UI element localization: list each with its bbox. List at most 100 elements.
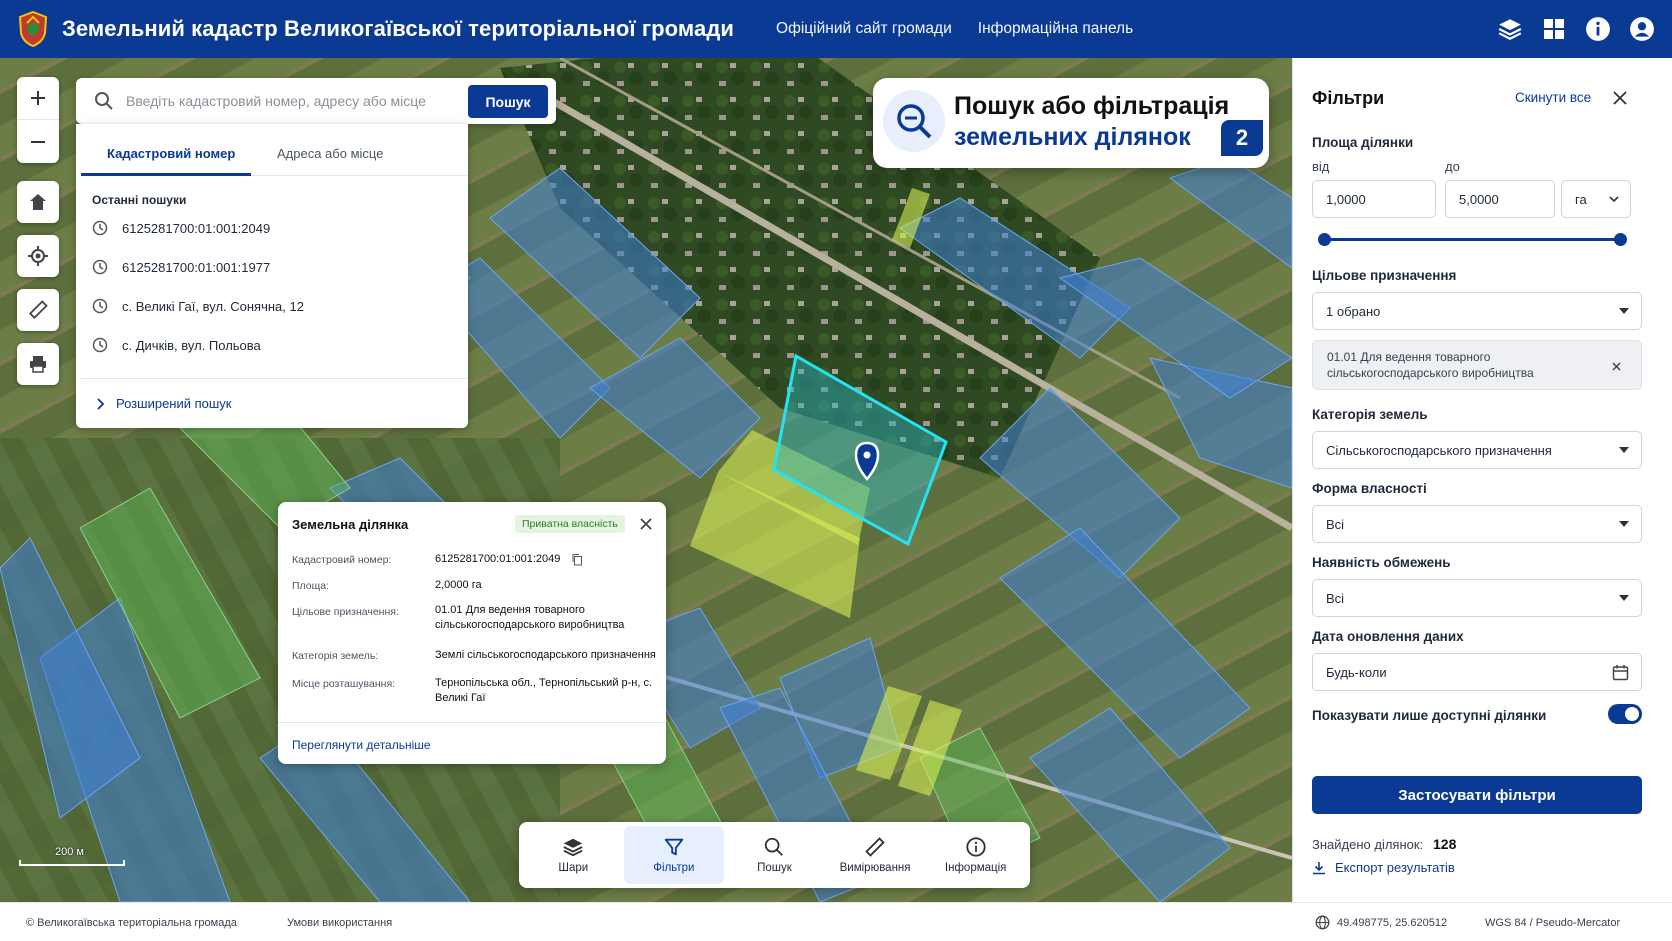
- chevron-down-icon: [1609, 196, 1619, 203]
- category-value: Землі сільськогосподарського призначення: [435, 649, 656, 661]
- restrictions-select[interactable]: Всі: [1312, 579, 1642, 617]
- tab-address[interactable]: Адреса або місце: [277, 146, 383, 161]
- date-filter-label: Дата оновлення даних: [1312, 629, 1464, 644]
- area-to-input[interactable]: 5,0000: [1445, 180, 1555, 218]
- nav-official-site-link[interactable]: Офіційний сайт громади: [776, 20, 952, 38]
- area-from-label: від: [1312, 159, 1330, 174]
- copyright-text: © Великогаївська територіальна громада: [26, 917, 237, 929]
- step-badge: 2: [1221, 120, 1263, 156]
- unit-value: га: [1575, 191, 1587, 207]
- terms-link[interactable]: Умови використання: [287, 917, 392, 929]
- search-dropdown: Кадастровий номер Адреса або місце Остан…: [76, 124, 468, 428]
- locate-icon[interactable]: [17, 235, 59, 277]
- advanced-search-link[interactable]: Розширений пошук: [96, 396, 232, 411]
- status-footer: © Великогаївська територіальна громада У…: [0, 902, 1672, 941]
- recent-search-text: 6125281700:01:001:1977: [122, 259, 271, 275]
- toolbar-label: Вимірювання: [839, 862, 911, 874]
- export-results-link[interactable]: Експорт результатів: [1312, 860, 1455, 875]
- cursor-coordinates: 49.498775, 25.620512: [1337, 917, 1448, 929]
- area-filter-label: Площа ділянки: [1312, 135, 1414, 150]
- copy-icon[interactable]: [571, 553, 583, 566]
- location-label: Місце розташування:: [292, 678, 396, 690]
- recent-search-item[interactable]: с. Великі Гаї, вул. Сонячна, 12: [92, 298, 304, 314]
- area-range-min-handle[interactable]: [1318, 233, 1331, 246]
- recent-search-item[interactable]: 6125281700:01:001:1977: [92, 259, 270, 275]
- area-from-input[interactable]: 1,0000: [1312, 180, 1436, 218]
- toolbar-layers-button[interactable]: Шари: [523, 826, 624, 884]
- apply-filters-button[interactable]: Застосувати фільтри: [1312, 776, 1642, 814]
- close-icon[interactable]: [1613, 91, 1627, 105]
- recent-search-text: 6125281700:01:001:2049: [122, 220, 271, 236]
- coat-of-arms-logo: [18, 11, 48, 47]
- layers-icon[interactable]: [1494, 13, 1526, 45]
- scale-label: 200 м: [55, 846, 84, 858]
- search-input[interactable]: [126, 93, 461, 109]
- found-count-label: Знайдено ділянок:: [1312, 837, 1424, 852]
- recent-search-item[interactable]: с. Дичків, вул. Польова: [92, 337, 261, 353]
- date-select[interactable]: Будь-коли: [1312, 653, 1642, 691]
- ownership-filter-label: Форма власності: [1312, 481, 1427, 496]
- toolbar-measure-button[interactable]: Вимірювання: [825, 826, 926, 884]
- filter-icon: [664, 838, 684, 856]
- crs-label: WGS 84 / Pseudo-Mercator: [1485, 917, 1621, 929]
- purpose-select[interactable]: 1 обрано: [1312, 292, 1642, 330]
- search-icon: [95, 92, 113, 110]
- ownership-badge: Приватна власність: [515, 515, 625, 533]
- magnifier-icon: [883, 90, 945, 152]
- ruler-icon: [865, 837, 885, 857]
- category-filter-label: Категорія земель: [1312, 407, 1428, 422]
- clock-icon: [92, 337, 108, 353]
- toolbar-info-button[interactable]: Інформація: [925, 826, 1026, 884]
- recent-search-item[interactable]: 6125281700:01:001:2049: [92, 220, 270, 236]
- tab-cadastral-number[interactable]: Кадастровий номер: [107, 146, 235, 161]
- remove-chip-icon[interactable]: [1612, 362, 1621, 371]
- unit-select[interactable]: га: [1561, 180, 1631, 218]
- area-range-max-handle[interactable]: [1614, 233, 1627, 246]
- search-bar: Пошук: [76, 78, 556, 124]
- info-icon: [966, 837, 986, 857]
- area-label: Площа:: [292, 580, 330, 592]
- cadastral-number-label: Кадастровий номер:: [292, 554, 392, 566]
- location-value: Тернопільська обл., Тернопільський р-н, …: [435, 677, 653, 704]
- found-count-value: 128: [1433, 836, 1457, 852]
- restrictions-filter-label: Наявність обмежень: [1312, 555, 1451, 570]
- category-select[interactable]: Сільськогосподарського призначення: [1312, 431, 1642, 469]
- search-button[interactable]: Пошук: [468, 85, 548, 118]
- info-icon[interactable]: [1582, 13, 1614, 45]
- purpose-select-value: 1 обрано: [1326, 303, 1381, 319]
- panel-title: Фільтри: [1312, 88, 1385, 108]
- toolbar-filters-button[interactable]: Фільтри: [623, 826, 725, 884]
- zoom-out-icon[interactable]: [17, 120, 59, 163]
- grid-icon[interactable]: [1538, 13, 1570, 45]
- view-details-link[interactable]: Переглянути детальніше: [292, 738, 431, 752]
- home-icon[interactable]: [17, 181, 59, 223]
- purpose-chip: 01.01 Для ведення товарного сільськогосп…: [1312, 340, 1642, 390]
- app-header: Земельний кадастр Великогаївської терито…: [0, 0, 1672, 58]
- app-title: Земельний кадастр Великогаївської терито…: [62, 16, 735, 41]
- filters-panel: Фільтри Скинути все Площа ділянки від до…: [1292, 58, 1672, 902]
- feature-callout: Пошук або фільтрація земельних ділянок 2: [873, 78, 1269, 168]
- purpose-filter-label: Цільове призначення: [1312, 268, 1457, 283]
- toolbar-search-button[interactable]: Пошук: [724, 826, 825, 884]
- callout-subtitle: земельних ділянок: [954, 123, 1191, 151]
- toolbar-label: Фільтри: [653, 862, 695, 874]
- user-icon[interactable]: [1626, 13, 1658, 45]
- ownership-select[interactable]: Всі: [1312, 505, 1642, 543]
- restrictions-select-value: Всі: [1326, 590, 1345, 606]
- ruler-icon[interactable]: [17, 289, 59, 331]
- callout-title: Пошук або фільтрація: [954, 92, 1230, 120]
- area-range-track: [1324, 238, 1621, 241]
- toolbar-label: Шари: [558, 862, 589, 874]
- zoom-in-icon[interactable]: [17, 77, 59, 120]
- advanced-search-label: Розширений пошук: [116, 396, 232, 411]
- tab-active-indicator: [81, 173, 251, 176]
- purpose-value: 01.01 Для ведення товарного сільськогосп…: [435, 604, 625, 631]
- available-only-toggle[interactable]: [1608, 704, 1642, 724]
- reset-all-link[interactable]: Скинути все: [1515, 90, 1591, 105]
- print-icon[interactable]: [17, 343, 59, 385]
- close-icon[interactable]: [640, 518, 652, 530]
- map-toolbar: Шари Фільтри Пошук Вимірювання Інформаці…: [519, 822, 1030, 888]
- clock-icon: [92, 220, 108, 236]
- globe-icon: [1315, 915, 1330, 930]
- nav-info-panel-link[interactable]: Інформаційна панель: [978, 20, 1133, 38]
